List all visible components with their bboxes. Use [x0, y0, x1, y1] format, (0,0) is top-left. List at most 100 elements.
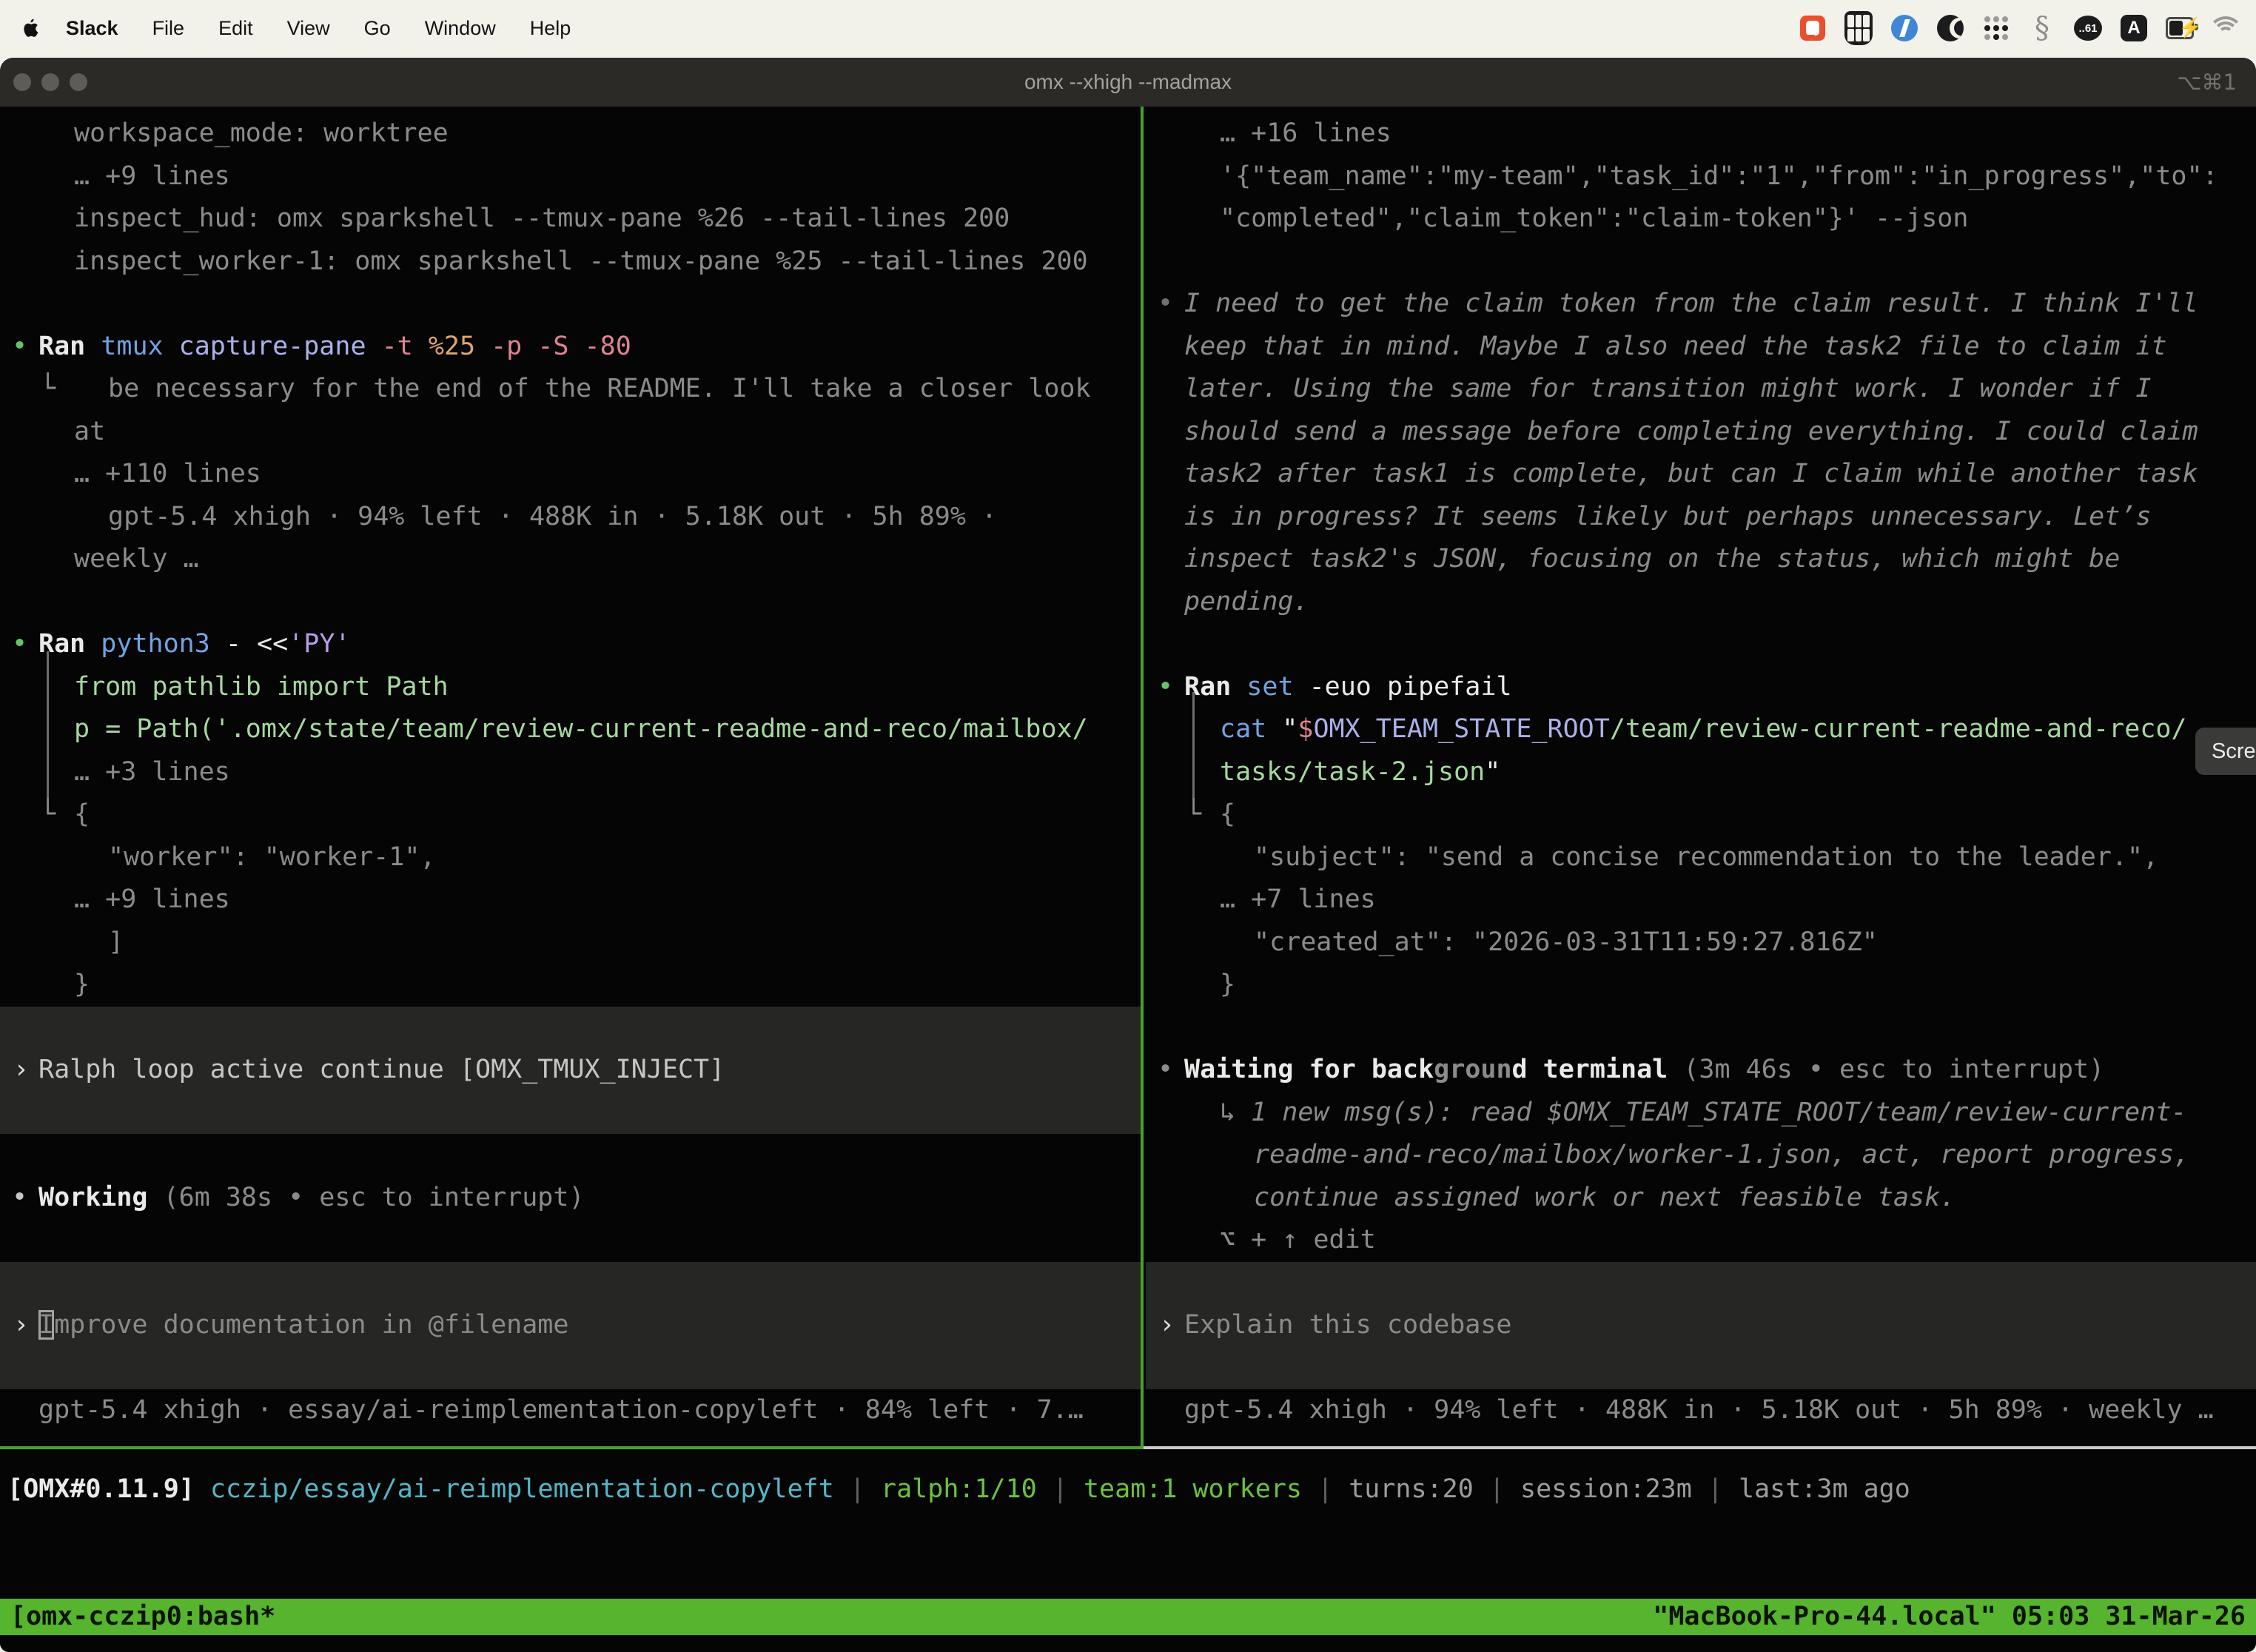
terminal-line: └{ — [0, 793, 1141, 836]
right-pane-bottom-border — [1144, 1446, 2256, 1449]
zoom-button[interactable] — [70, 73, 87, 91]
line-content: workspace_mode: worktree — [0, 113, 449, 155]
left-terminal-pane[interactable]: workspace_mode: worktree … +9 lines inspec… — [0, 107, 1141, 1652]
text-segment: … +9 lines — [74, 161, 230, 191]
tree-connector-icon: └ — [40, 793, 56, 836]
line-content: … +3 lines — [0, 751, 230, 794]
line-content: Ran set -euo pipefail — [1146, 666, 1512, 709]
prompt-input[interactable]: ›Ralph loop active continue [OMX_TMUX_IN… — [0, 1007, 1141, 1135]
menu-item-edit[interactable]: Edit — [201, 17, 270, 40]
line-content: should send a message before completing … — [1146, 411, 2198, 454]
tmux-status-bar: [omx-cczip0:bash* "MacBook-Pro-44.local"… — [0, 1599, 2256, 1635]
text-segment: Explain this codebase — [1184, 1310, 1512, 1340]
text-segment: | — [1037, 1474, 1084, 1504]
terminal-line: … +110 lines — [0, 453, 1141, 496]
wifi-icon[interactable] — [2212, 14, 2240, 42]
text-segment: Ran — [38, 629, 101, 659]
badge-61-icon[interactable]: ..61 — [2074, 14, 2102, 42]
minimize-button[interactable] — [41, 73, 59, 91]
close-button[interactable] — [13, 73, 31, 91]
terminal-line: } — [0, 964, 1141, 1007]
right-terminal-pane[interactable]: … +16 lines '{"team_name":"my-team","task… — [1146, 107, 2256, 1652]
menu-item-help[interactable]: Help — [513, 17, 588, 40]
terminal-line: … +16 lines — [1146, 113, 2256, 155]
text-segment: should send a message before completing … — [1184, 417, 2198, 446]
terminal-line: '{"team_name":"my-team","task_id":"1","f… — [1146, 155, 2256, 198]
blank-line — [0, 1134, 1141, 1177]
menu-bar: Slack File Edit View Go Window Help § ..… — [0, 0, 2256, 56]
window-title-bar[interactable]: omx --xhigh --madmax ⌥⌘1 — [0, 58, 2256, 107]
tmux-pane-divider[interactable] — [1141, 107, 1144, 1449]
text-segment: cat — [1220, 714, 1282, 744]
line-content: Waiting for background terminal (3m 46s … — [1146, 1049, 2104, 1092]
menu-bar-left: Slack File Edit View Go Window Help — [0, 16, 588, 41]
blank-line — [0, 581, 1141, 624]
text-segment: '{"team_name":"my-team","task_id":"1","f… — [1220, 161, 2218, 191]
line-content: ↳ 1 new msg(s): read $OMX_TEAM_STATE_ROO… — [1146, 1092, 2186, 1135]
letter-a-icon[interactable]: A — [2120, 14, 2148, 42]
text-segment: } — [1220, 970, 1235, 999]
terminal-line: weekly … — [0, 538, 1141, 581]
text-segment: OMX_TEAM_STATE_ROOT — [1313, 714, 1609, 744]
terminal-line: ⌥ + ↑ edit — [1146, 1219, 2256, 1262]
blank-line — [1146, 241, 2256, 283]
text-segment: inspect_hud: omx sparkshell --tmux-pane … — [74, 204, 1010, 233]
text-segment: later. Using the same for transition mig… — [1184, 374, 2151, 403]
tree-connector-icon: └ — [1186, 793, 1201, 836]
text-segment: Ralph loop active continue [OMX_TMUX_INJ… — [38, 1055, 725, 1084]
screen-tooltip: Scre — [2195, 728, 2256, 775]
tmux-session-label: [omx-cczip0:bash* — [10, 1596, 275, 1639]
terminal-line: gpt-5.4 xhigh · essay/ai-reimplementatio… — [0, 1389, 1141, 1432]
dots-grid-icon[interactable] — [1982, 14, 2010, 42]
menu-app-name[interactable]: Slack — [49, 17, 135, 40]
right-pane-rows: … +16 lines '{"team_name":"my-team","task… — [1146, 107, 2256, 1432]
line-content: task2 after task1 is complete, but can I… — [1146, 453, 2198, 496]
text-segment: readme-and-reco/mailbox/worker-1.json, a… — [1254, 1140, 2189, 1169]
text-segment: (3m 46s • esc to interrupt) — [1683, 1055, 2104, 1084]
prompt-input[interactable]: ›Explain this codebase — [1146, 1262, 2256, 1390]
prompt-input[interactable]: ›Improve documentation in @filename — [0, 1262, 1141, 1390]
text-segment: Ran — [38, 332, 101, 361]
text-segment: tmux — [101, 332, 178, 361]
blue-bolt-icon[interactable] — [1890, 14, 1918, 42]
blank-line — [1146, 623, 2256, 666]
terminal-content: workspace_mode: worktree … +9 lines inspec… — [0, 107, 2256, 1652]
line-content: '{"team_name":"my-team","task_id":"1","f… — [1146, 155, 2218, 198]
text-segment: groun — [1434, 1055, 1511, 1084]
text-segment: team:1 workers — [1084, 1474, 1302, 1504]
terminal-line: … +9 lines — [0, 879, 1141, 921]
text-segment: "created_at": "2026-03-31T11:59:27.816Z" — [1254, 927, 1878, 957]
tmux-host-clock: "MacBook-Pro-44.local" 05:03 31-Mar-26 — [1653, 1596, 2246, 1639]
battery-icon[interactable]: ⚡ — [2166, 14, 2194, 42]
hook-icon[interactable]: § — [2028, 14, 2056, 42]
line-content: keep that in mind. Maybe I also need the… — [1146, 326, 2167, 369]
text-segment: p = Path('.omx/state/team/review-current… — [74, 714, 1088, 744]
terminal-line: workspace_mode: worktree — [0, 113, 1141, 155]
left-pane-bottom-border — [0, 1446, 1141, 1449]
text-segment: d terminal — [1512, 1055, 1684, 1084]
dark-moon-icon[interactable] — [1936, 14, 1964, 42]
line-content: I need to get the claim token from the c… — [1146, 283, 2198, 326]
line-content: … +9 lines — [0, 879, 230, 921]
text-segment: | — [1474, 1474, 1520, 1504]
text-segment: capture-pane — [179, 332, 382, 361]
menu-item-view[interactable]: View — [270, 17, 347, 40]
text-segment: -S — [537, 332, 584, 361]
slack-status-icon[interactable] — [1799, 14, 1827, 42]
omx-hud-status-line: [OMX#0.11.9] cczip/essay/ai-reimplementa… — [7, 1468, 1910, 1511]
menu-item-file[interactable]: File — [135, 17, 202, 40]
terminal-line: readme-and-reco/mailbox/worker-1.json, a… — [1146, 1134, 2256, 1177]
shield-grid-icon[interactable] — [1844, 14, 1873, 42]
text-segment: -t — [382, 332, 429, 361]
text-segment: task2 after task1 is complete, but can I… — [1184, 459, 2198, 488]
apple-menu-icon[interactable] — [19, 16, 41, 41]
text-segment: turns:20 — [1349, 1474, 1474, 1504]
terminal-line: "subject": "send a concise recommendatio… — [1146, 836, 2256, 879]
text-segment: Working — [38, 1183, 164, 1212]
menu-item-window[interactable]: Window — [408, 17, 513, 40]
text-segment: "completed","claim_token":"claim-token"}… — [1220, 204, 1968, 233]
line-content: … +110 lines — [0, 453, 261, 496]
line-content: at — [0, 411, 105, 454]
menu-item-go[interactable]: Go — [347, 17, 408, 40]
text-segment: gpt-5.4 xhigh · 94% left · 488K in · 5.1… — [1184, 1395, 2214, 1425]
